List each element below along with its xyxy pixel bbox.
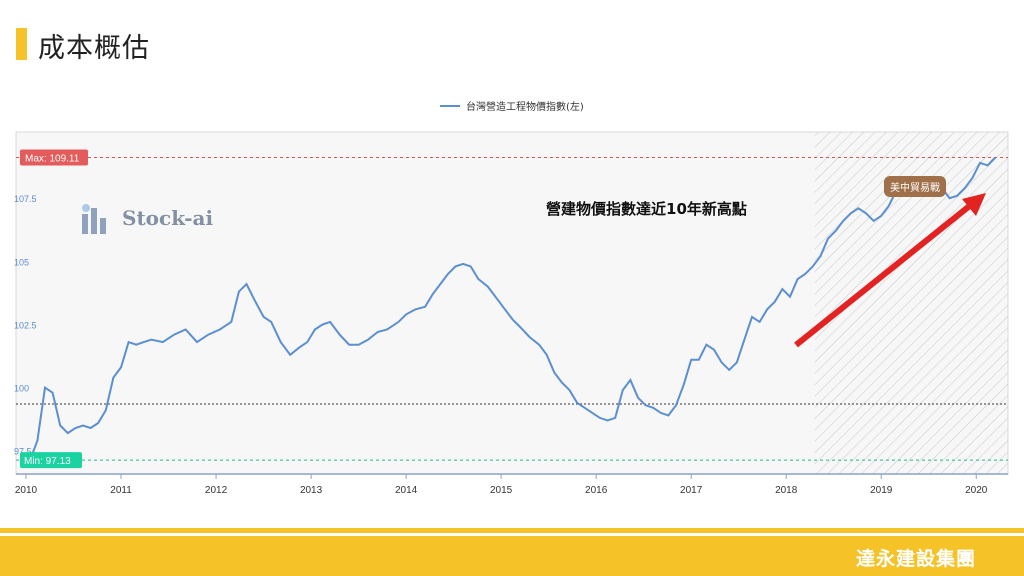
x-tick-label: 2010 xyxy=(15,485,38,496)
trade-war-badge: 美中貿易戰 xyxy=(884,176,946,197)
x-tick-label: 2014 xyxy=(395,485,418,496)
x-tick-label: 2018 xyxy=(775,485,798,496)
x-tick-label: 2019 xyxy=(870,485,893,496)
y-tick-label: 100 xyxy=(14,384,29,394)
price-index-chart: 107.5105102.510097.52010 2011 2012 2013 2014… xyxy=(14,131,1009,496)
max-label: Max: 109.11 xyxy=(25,154,80,165)
y-tick-label: 105 xyxy=(14,257,29,267)
x-tick-label: 2017 xyxy=(680,485,703,496)
x-tick-label: 2015 xyxy=(490,485,513,496)
stock-ai-logo: Stock-ai xyxy=(76,198,226,238)
logo-text: Stock-ai xyxy=(122,206,214,230)
x-tick-label: 2011 xyxy=(110,485,132,496)
footer-stripe xyxy=(0,528,1024,533)
chart-annotation: 營建物價指數達近10年新高點 xyxy=(546,200,747,218)
y-tick-label: 107.5 xyxy=(14,194,37,204)
bar-chart-icon xyxy=(82,204,106,234)
x-tick-label: 2020 xyxy=(965,485,988,496)
company-name: 達永建設集團 xyxy=(855,548,976,570)
x-tick-label: 2013 xyxy=(300,485,323,496)
y-tick-label: 102.5 xyxy=(14,320,37,330)
x-tick-label: 2016 xyxy=(585,485,608,496)
x-tick-label: 2012 xyxy=(205,485,228,496)
min-label: Min: 97.13 xyxy=(24,456,71,467)
